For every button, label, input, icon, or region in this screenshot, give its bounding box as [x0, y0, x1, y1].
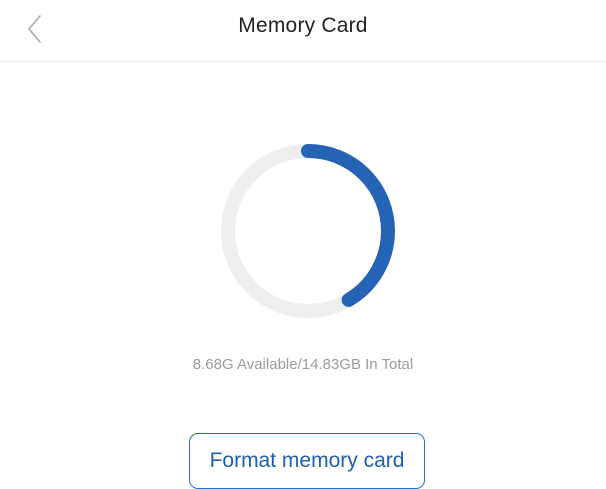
- top-bar: Memory Card: [0, 0, 606, 62]
- page-title: Memory Card: [238, 14, 368, 37]
- format-memory-card-button[interactable]: Format memory card: [189, 433, 425, 489]
- storage-summary: 8.68G Available/14.83GB In Total: [192, 356, 414, 373]
- storage-usage-ring: [221, 144, 395, 318]
